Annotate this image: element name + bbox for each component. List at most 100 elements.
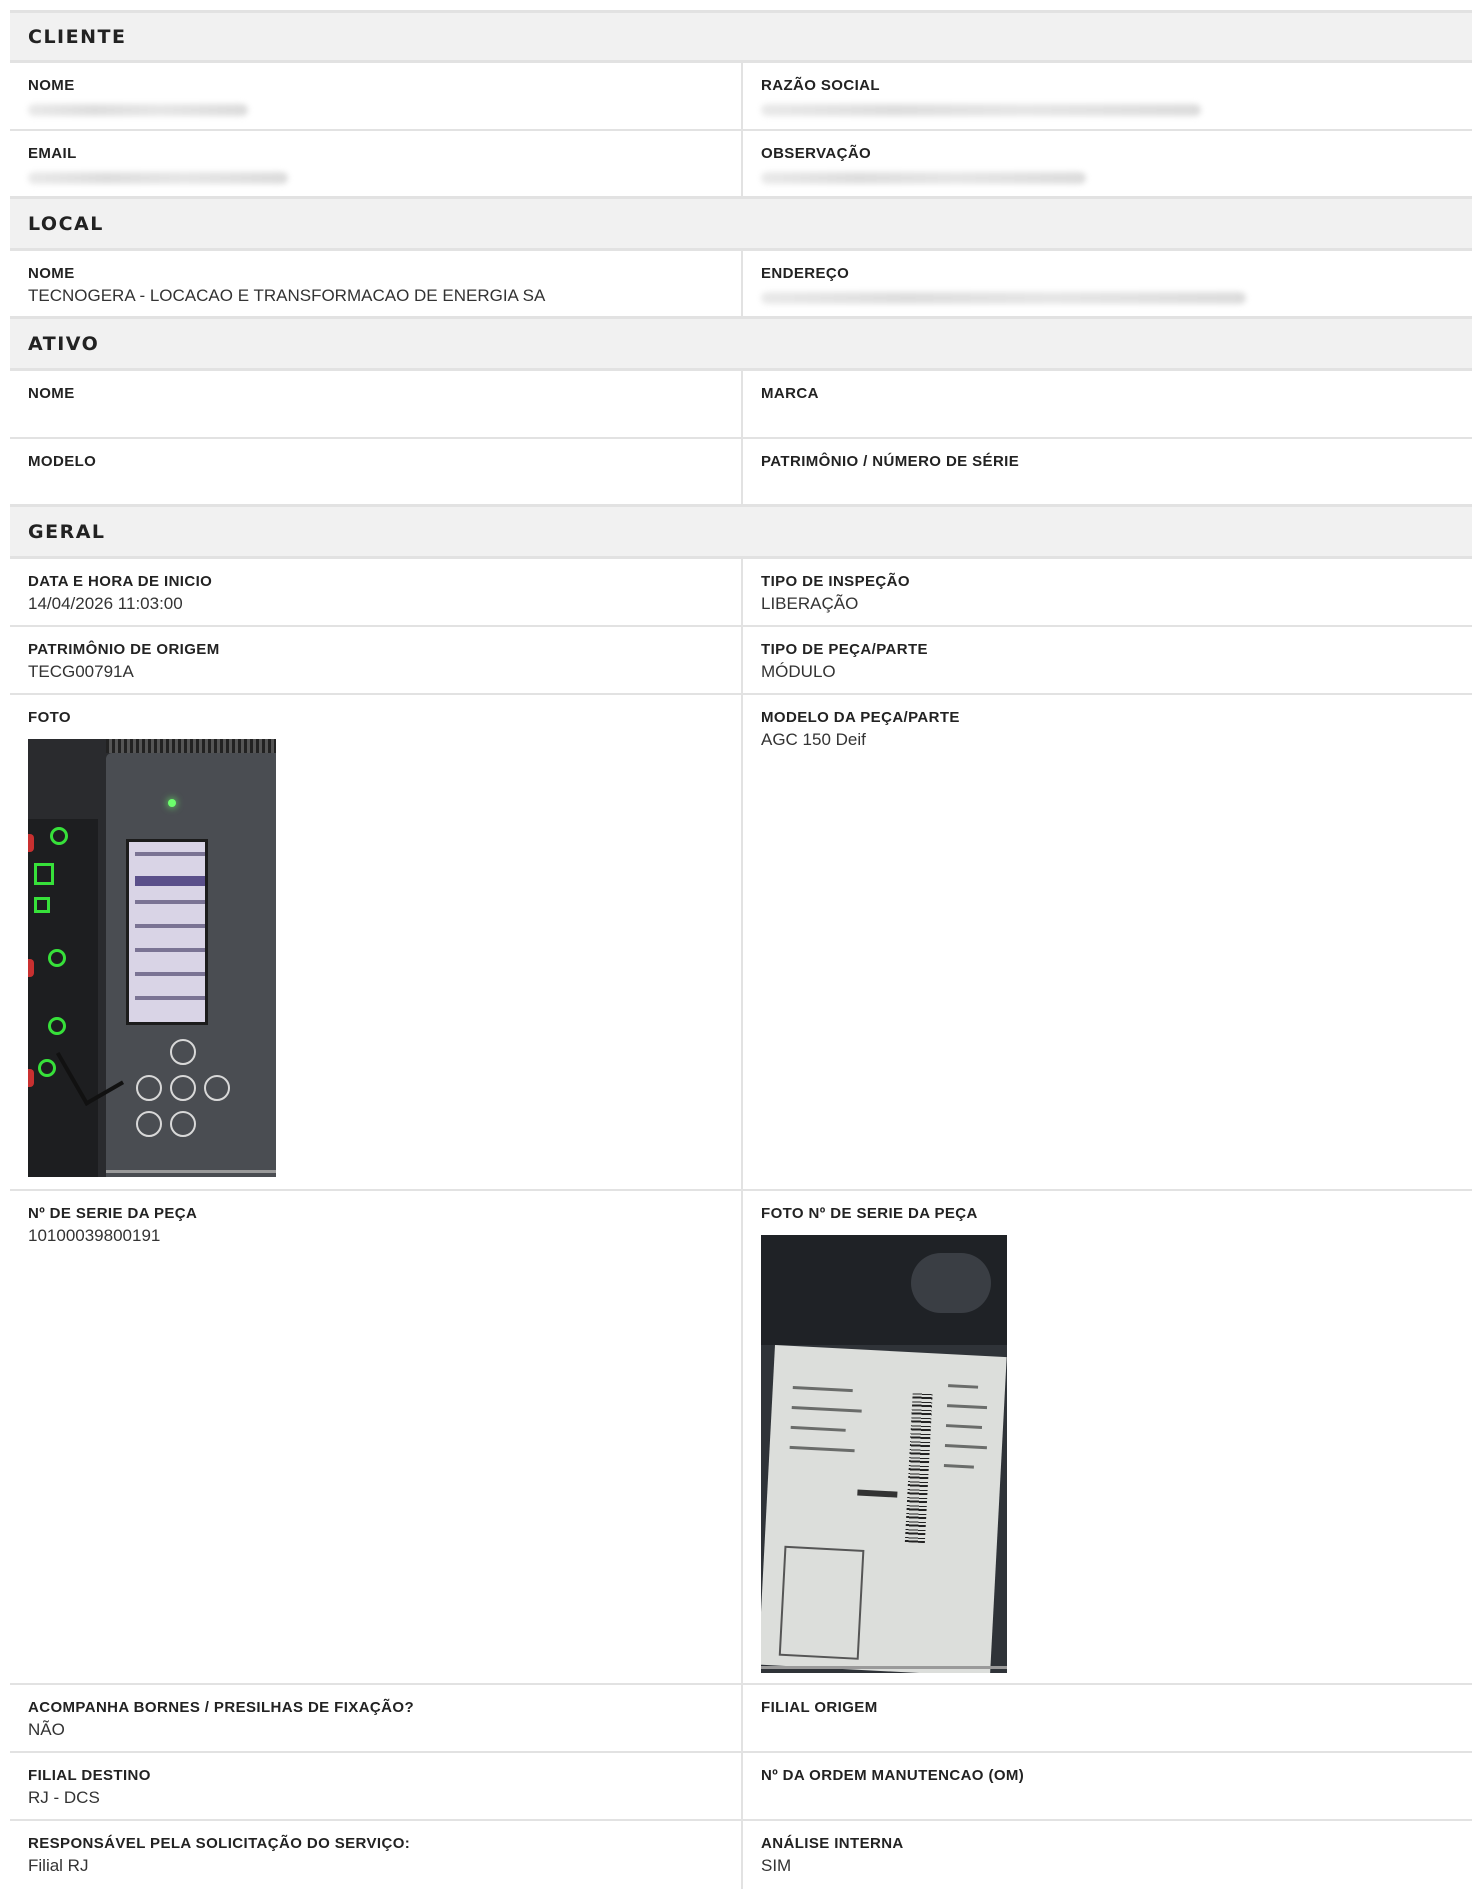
ativo-modelo-label: MODELO [28,453,97,470]
geral-row-7: RESPONSÁVEL PELA SOLICITAÇÃO DO SERVIÇO:… [10,1821,1472,1889]
section-header-local: LOCAL [10,199,1472,251]
geral-responsavel-value: Filial RJ [28,1856,89,1875]
up-key-icon [170,1039,196,1065]
geral-serie-label: Nº DE SERIE DA PEÇA [28,1205,198,1222]
ativo-row-2: MODELO PATRIMÔNIO / NÚMERO DE SÉRIE [10,439,1472,507]
geral-row-2: PATRIMÔNIO DE ORIGEM TECG00791A TIPO DE … [10,627,1472,695]
geral-tipo-peca-label: TIPO DE PEÇA/PARTE [761,641,928,658]
geral-serie-value: 10100039800191 [28,1226,161,1245]
ativo-row-1: NOME MARCA [10,371,1472,439]
red-indicator [28,959,34,977]
geral-bornes-cell: ACOMPANHA BORNES / PRESILHAS DE FIXAÇÃO?… [10,1685,741,1751]
ativo-modelo-cell: MODELO [10,439,741,504]
geral-tipo-inspecao-label: TIPO DE INSPEÇÃO [761,573,910,590]
controller-screen [126,839,208,1025]
geral-tipo-inspecao-cell: TIPO DE INSPEÇÃO LIBERAÇÃO [741,559,1472,625]
geral-analise-label: ANÁLISE INTERNA [761,1835,904,1852]
ce-mark-icon [857,1489,898,1498]
controller-photo[interactable] [28,739,276,1177]
geral-row-5: ACOMPANHA BORNES / PRESILHAS DE FIXAÇÃO?… [10,1685,1472,1753]
geral-data-cell: DATA E HORA DE INICIO 14/04/2026 11:03:0… [10,559,741,625]
geral-responsavel-label: RESPONSÁVEL PELA SOLICITAÇÃO DO SERVIÇO: [28,1835,411,1852]
geral-patrimonio-origem-label: PATRIMÔNIO DE ORIGEM [28,641,220,658]
geral-tipo-peca-cell: TIPO DE PEÇA/PARTE MÓDULO [741,627,1472,693]
left-key-icon [136,1075,162,1101]
local-row-1: NOME TECNOGERA - LOCACAO E TRANSFORMACAO… [10,251,1472,319]
cliente-nome-cell: NOME [10,63,741,129]
cliente-row-1: NOME RAZÃO SOCIAL [10,63,1472,131]
red-indicator [28,834,34,852]
geral-foto-cell: FOTO [10,695,741,1189]
local-endereco-cell: ENDEREÇO [741,251,1472,316]
on-icon [48,949,66,967]
local-nome-value: TECNOGERA - LOCACAO E TRANSFORMACAO DE E… [28,286,546,305]
power-icon [50,827,68,845]
geral-row-4: Nº DE SERIE DA PEÇA 10100039800191 FOTO … [10,1191,1472,1685]
cliente-nome-redacted [28,104,248,116]
breaker-icon [34,897,50,913]
cliente-nome-label: NOME [28,77,75,94]
ativo-patrimonio-label: PATRIMÔNIO / NÚMERO DE SÉRIE [761,453,1020,470]
serial-plate-photo[interactable] [761,1235,1007,1673]
on-icon [48,1017,66,1035]
geral-bornes-label: ACOMPANHA BORNES / PRESILHAS DE FIXAÇÃO? [28,1699,415,1716]
cliente-email-redacted [28,172,288,184]
geral-row-6: FILIAL DESTINO RJ - DCS Nº DA ORDEM MANU… [10,1753,1472,1821]
cliente-observacao-label: OBSERVAÇÃO [761,145,872,162]
geral-foto-serie-cell: FOTO Nº DE SERIE DA PEÇA [741,1191,1472,1683]
ativo-patrimonio-cell: PATRIMÔNIO / NÚMERO DE SÉRIE [741,439,1472,504]
photo-device-part [911,1253,991,1313]
cliente-razao-redacted [761,104,1201,116]
section-header-ativo: ATIVO [10,319,1472,371]
section-header-geral: GERAL [10,507,1472,559]
local-endereco-label: ENDEREÇO [761,265,850,282]
geral-foto-label: FOTO [28,709,71,726]
serial-plate-label [761,1345,1007,1673]
photo-caption-strip [761,1666,1007,1669]
terminal-diagram [778,1545,865,1660]
cliente-email-label: EMAIL [28,145,77,162]
geral-data-value: 14/04/2026 11:03:00 [28,594,183,613]
geral-modelo-peca-value: AGC 150 Deif [761,730,866,749]
local-nome-label: NOME [28,265,75,282]
geral-serie-cell: Nº DE SERIE DA PEÇA 10100039800191 [10,1191,741,1683]
ativo-marca-cell: MARCA [741,371,1472,437]
geral-modelo-peca-cell: MODELO DA PEÇA/PARTE AGC 150 Deif [741,695,1472,1189]
geral-tipo-peca-value: MÓDULO [761,662,836,681]
back-key-icon [136,1111,162,1137]
geral-responsavel-cell: RESPONSÁVEL PELA SOLICITAÇÃO DO SERVIÇO:… [10,1821,741,1889]
cliente-observacao-redacted [761,172,1086,184]
geral-om-cell: Nº DA ORDEM MANUTENCAO (OM) [741,1753,1472,1819]
controller-keypad [128,1039,238,1159]
geral-row-1: DATA E HORA DE INICIO 14/04/2026 11:03:0… [10,559,1472,627]
ativo-nome-label: NOME [28,385,75,402]
generator-icon [38,1059,56,1077]
square-icon [34,863,54,885]
inspection-report: CLIENTE NOME RAZÃO SOCIAL EMAIL OBSERVAÇ… [10,10,1472,1889]
status-led-icon [168,799,176,807]
geral-filial-origem-cell: FILIAL ORIGEM [741,1685,1472,1751]
ativo-nome-cell: NOME [10,371,741,437]
cliente-razao-label: RAZÃO SOCIAL [761,77,880,94]
geral-om-label: Nº DA ORDEM MANUTENCAO (OM) [761,1767,1025,1784]
geral-modelo-peca-label: MODELO DA PEÇA/PARTE [761,709,960,726]
geral-bornes-value: NÃO [28,1720,65,1739]
cliente-razao-cell: RAZÃO SOCIAL [741,63,1472,129]
geral-tipo-inspecao-value: LIBERAÇÃO [761,594,859,613]
geral-filial-destino-value: RJ - DCS [28,1788,100,1807]
ativo-marca-label: MARCA [761,385,819,402]
red-indicator [28,1069,34,1087]
geral-patrimonio-origem-value: TECG00791A [28,662,134,681]
cliente-observacao-cell: OBSERVAÇÃO [741,131,1472,196]
geral-analise-cell: ANÁLISE INTERNA SIM [741,1821,1472,1889]
geral-filial-origem-label: FILIAL ORIGEM [761,1699,878,1716]
local-endereco-redacted [761,292,1246,304]
down-key-icon [170,1111,196,1137]
geral-patrimonio-origem-cell: PATRIMÔNIO DE ORIGEM TECG00791A [10,627,741,693]
cliente-row-2: EMAIL OBSERVAÇÃO [10,131,1472,199]
section-header-cliente: CLIENTE [10,13,1472,63]
photo-caption-strip [106,1170,276,1173]
right-key-icon [204,1075,230,1101]
geral-filial-destino-label: FILIAL DESTINO [28,1767,151,1784]
geral-data-label: DATA E HORA DE INICIO [28,573,213,590]
